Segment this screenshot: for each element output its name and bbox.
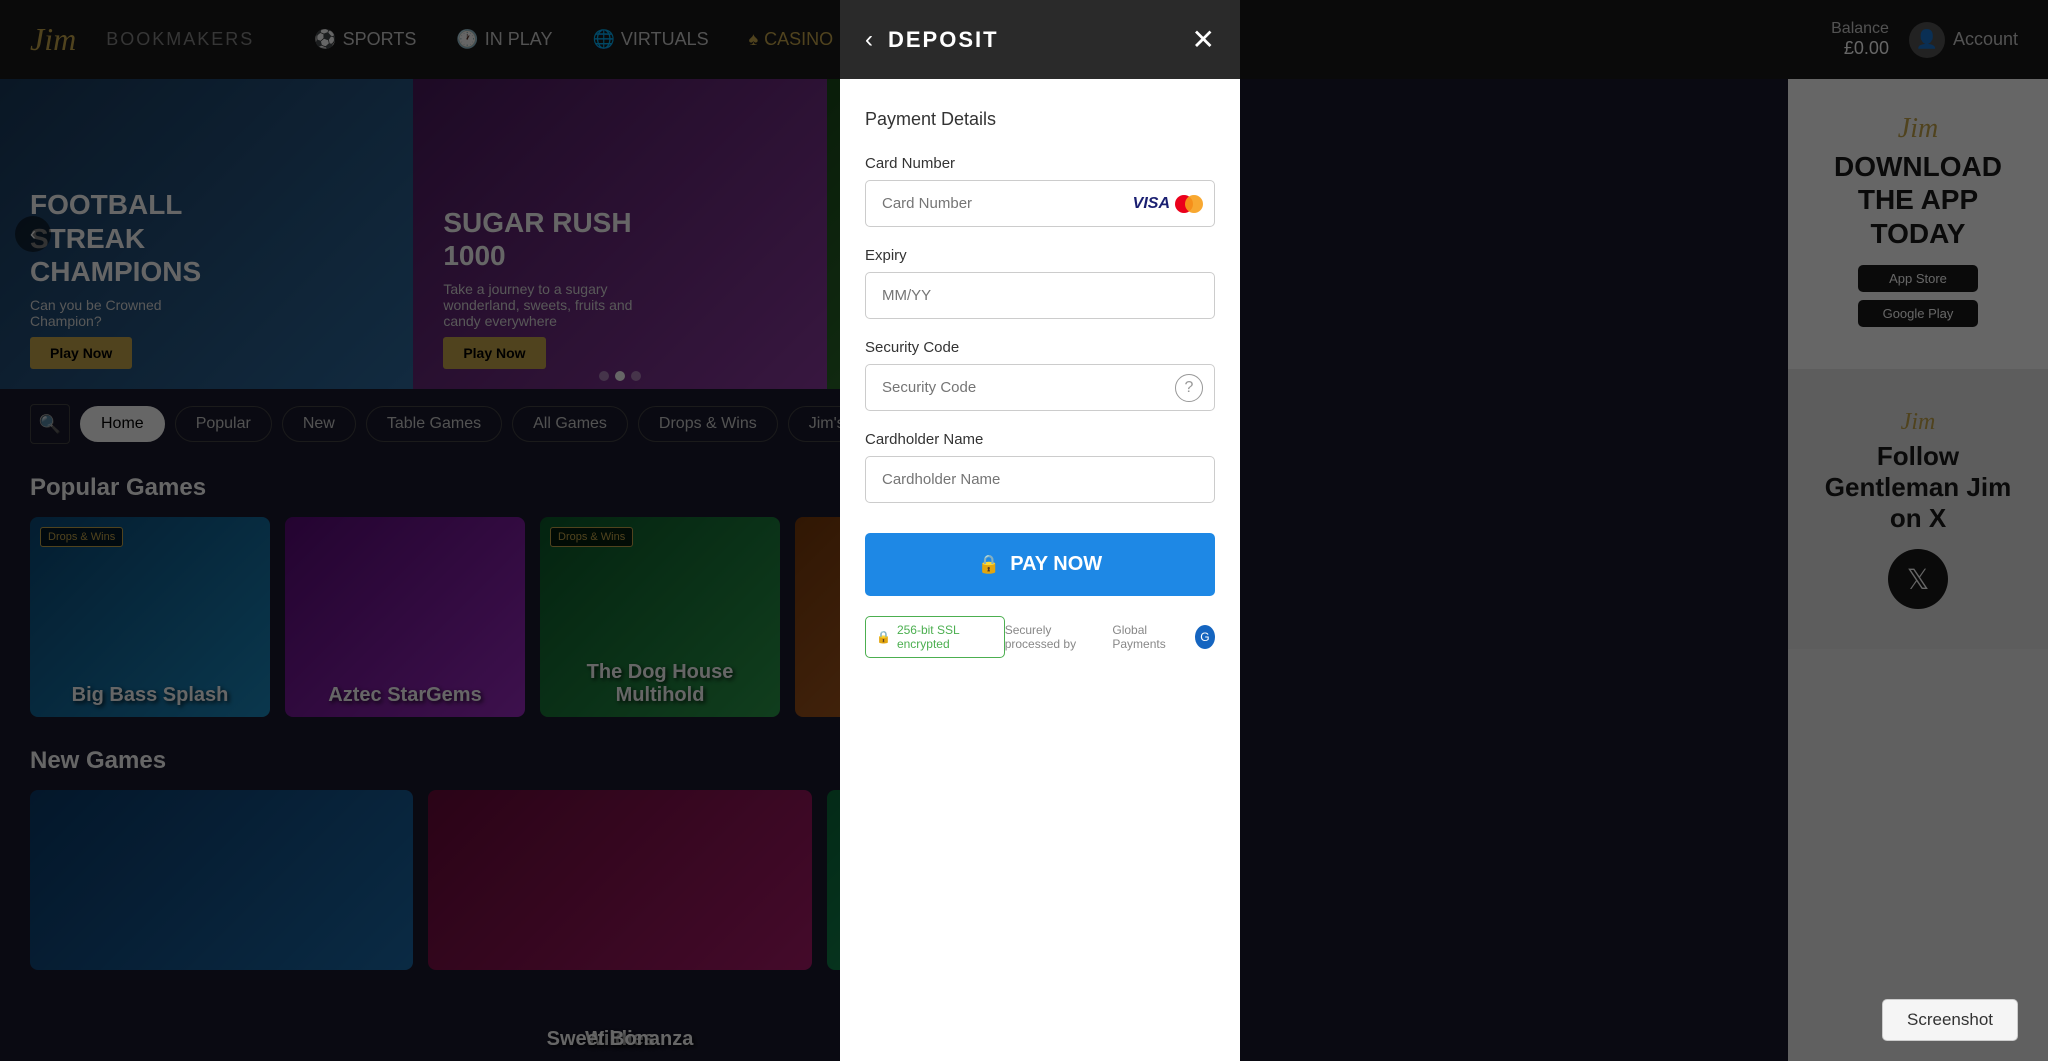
cardholder-input[interactable]	[865, 456, 1215, 503]
modal-close-button[interactable]: ✕	[1192, 23, 1215, 56]
lock-icon: 🔒	[978, 554, 1000, 575]
modal-back-button[interactable]: ‹	[865, 26, 873, 54]
modal-section-title: Payment Details	[865, 109, 1215, 130]
cardholder-group: Cardholder Name	[865, 431, 1215, 503]
card-icons: VISA	[1133, 195, 1203, 213]
mastercard-icon	[1175, 195, 1203, 213]
ssl-text: 256-bit SSL encrypted	[897, 623, 994, 651]
cardholder-wrap	[865, 456, 1215, 503]
expiry-label: Expiry	[865, 247, 1215, 264]
pay-now-label: PAY NOW	[1010, 553, 1102, 576]
lock-ssl-icon: 🔒	[876, 630, 891, 644]
deposit-modal: ‹ DEPOSIT ✕ Payment Details Card Number …	[840, 0, 1240, 1061]
modal-title: DEPOSIT	[888, 27, 1177, 53]
security-code-wrap: ?	[865, 364, 1215, 411]
card-number-label: Card Number	[865, 155, 1215, 172]
screenshot-button[interactable]: Screenshot	[1882, 999, 2018, 1041]
cardholder-label: Cardholder Name	[865, 431, 1215, 448]
security-row: 🔒 256-bit SSL encrypted Securely process…	[865, 616, 1215, 658]
security-code-help-button[interactable]: ?	[1175, 374, 1203, 402]
processed-by: Securely processed by Global Payments G	[1005, 623, 1215, 651]
card-number-wrap: VISA	[865, 180, 1215, 227]
pay-now-button[interactable]: 🔒 PAY NOW	[865, 533, 1215, 596]
global-payments-icon: G	[1195, 625, 1215, 649]
ssl-badge: 🔒 256-bit SSL encrypted	[865, 616, 1005, 658]
security-code-input[interactable]	[865, 364, 1215, 411]
card-number-group: Card Number VISA	[865, 155, 1215, 227]
modal-body: Payment Details Card Number VISA Expiry	[840, 79, 1240, 1061]
visa-icon: VISA	[1133, 195, 1170, 213]
security-code-group: Security Code ?	[865, 339, 1215, 411]
security-code-label: Security Code	[865, 339, 1215, 356]
processed-text: Securely processed by	[1005, 623, 1107, 651]
modal-header: ‹ DEPOSIT ✕	[840, 0, 1240, 79]
expiry-wrap	[865, 272, 1215, 319]
processor-name: Global Payments	[1112, 623, 1189, 651]
expiry-group: Expiry	[865, 247, 1215, 319]
expiry-input[interactable]	[865, 272, 1215, 319]
